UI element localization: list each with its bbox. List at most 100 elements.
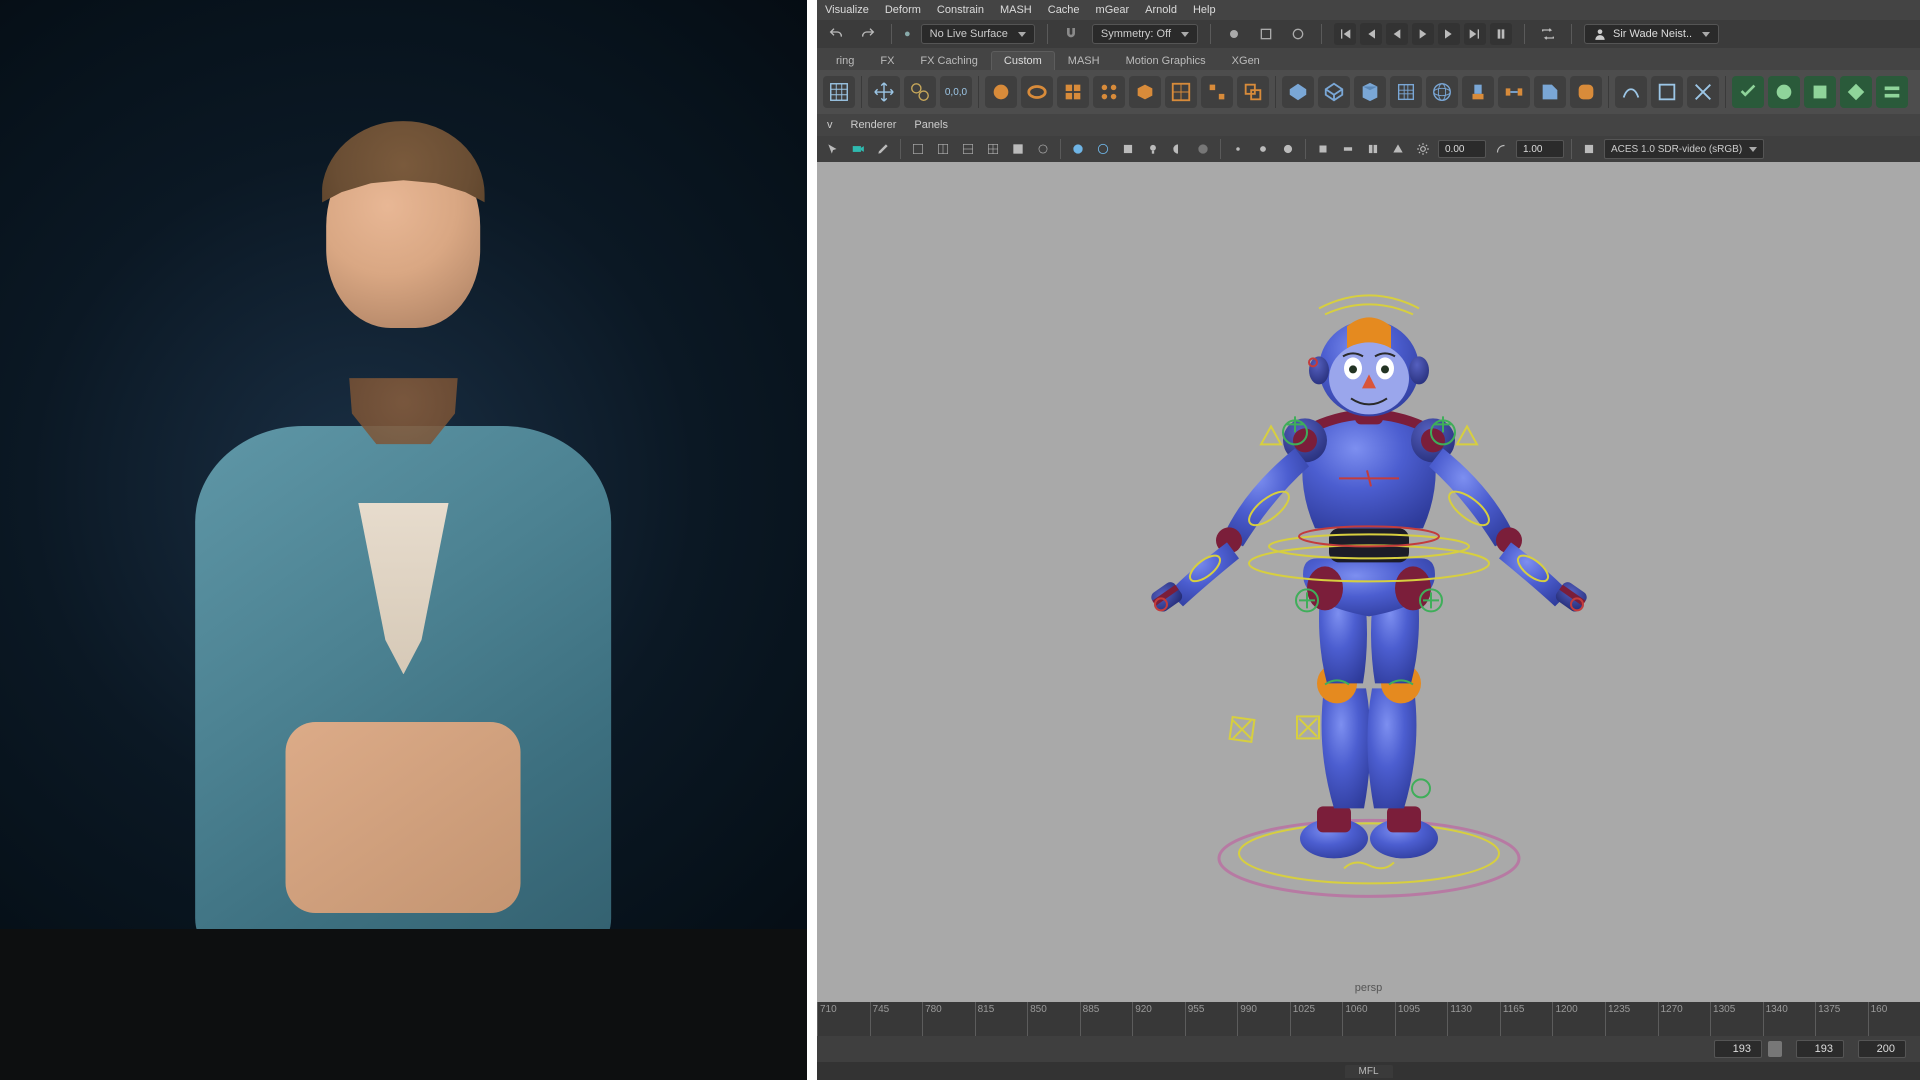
shelf-bridge-icon[interactable] (1498, 76, 1530, 108)
menu-mash[interactable]: MASH (1000, 4, 1032, 16)
shelf-bevel-icon[interactable] (1534, 76, 1566, 108)
shelf-duplicate-icon[interactable] (1237, 76, 1269, 108)
shelf-green4-icon[interactable] (1840, 76, 1872, 108)
shelf-tab-ring[interactable]: ring (823, 51, 867, 70)
vt-ao-icon[interactable] (1193, 139, 1213, 159)
vt-misc2-icon[interactable] (1338, 139, 1358, 159)
go-end-icon[interactable] (1464, 23, 1486, 45)
vt-layout3-icon[interactable] (958, 139, 978, 159)
shelf-tab-fx[interactable]: FX (867, 51, 907, 70)
vt-dot2-icon[interactable] (1253, 139, 1273, 159)
shelf-tab-xgen[interactable]: XGen (1219, 51, 1273, 70)
shelf-tab-motion[interactable]: Motion Graphics (1113, 51, 1219, 70)
viewport-panel[interactable]: persp (817, 162, 1920, 1002)
vt-dot3-icon[interactable] (1278, 139, 1298, 159)
panel-view[interactable]: v (827, 119, 833, 131)
vt-layout4-icon[interactable] (983, 139, 1003, 159)
current-frame-in[interactable]: 193 (1714, 1040, 1762, 1058)
shelf-curve2-icon[interactable] (1651, 76, 1683, 108)
panel-renderer[interactable]: Renderer (851, 119, 897, 131)
shelf-green3-icon[interactable] (1804, 76, 1836, 108)
play-icon[interactable] (1412, 23, 1434, 45)
shelf-merge-icon[interactable] (1201, 76, 1233, 108)
loop-icon[interactable] (1537, 23, 1559, 45)
play-back-icon[interactable] (1386, 23, 1408, 45)
live-surface-dropdown[interactable]: No Live Surface (921, 24, 1035, 44)
undo-icon[interactable] (825, 23, 847, 45)
shelf-tab-mash[interactable]: MASH (1055, 51, 1113, 70)
time-slider[interactable]: 7107457808158508859209559901025106010951… (817, 1002, 1920, 1036)
status-icon-a[interactable] (1223, 23, 1245, 45)
shelf-snap-icon[interactable] (904, 76, 936, 108)
go-start-icon[interactable] (1334, 23, 1356, 45)
menu-arnold[interactable]: Arnold (1145, 4, 1177, 16)
vt-camera-icon[interactable] (848, 139, 868, 159)
shelf-poly1-icon[interactable] (1282, 76, 1314, 108)
shelf-tab-custom[interactable]: Custom (991, 51, 1055, 70)
vt-layout2-icon[interactable] (933, 139, 953, 159)
shelf-cube-icon[interactable] (1129, 76, 1161, 108)
color-space-dropdown[interactable]: ACES 1.0 SDR-video (sRGB) (1604, 139, 1764, 159)
shelf-sphere-wire-icon[interactable] (1426, 76, 1458, 108)
shelf-green5-icon[interactable] (1876, 76, 1908, 108)
current-frame-out[interactable]: 193 (1796, 1040, 1844, 1058)
shelf-poly2-icon[interactable] (1318, 76, 1350, 108)
vt-layout1-icon[interactable] (908, 139, 928, 159)
panel-panels[interactable]: Panels (914, 119, 948, 131)
shelf-grid3-icon[interactable] (1165, 76, 1197, 108)
range-handle[interactable] (1768, 1041, 1782, 1057)
vt-textured-icon[interactable] (1118, 139, 1138, 159)
symmetry-dropdown[interactable]: Symmetry: Off (1092, 24, 1198, 44)
shelf-move-icon[interactable] (868, 76, 900, 108)
step-fwd-icon[interactable] (1438, 23, 1460, 45)
command-mode-chip[interactable]: MFL (1345, 1065, 1393, 1078)
vt-misc1-icon[interactable] (1313, 139, 1333, 159)
vt-select-icon[interactable] (823, 139, 843, 159)
shelf-curve3-icon[interactable] (1687, 76, 1719, 108)
shelf-cluster-icon[interactable] (1093, 76, 1125, 108)
presenter-figure (81, 43, 727, 1037)
vt-cm-icon[interactable] (1579, 139, 1599, 159)
shelf-torus-icon[interactable] (1021, 76, 1053, 108)
status-icon-c[interactable] (1287, 23, 1309, 45)
status-icon-b[interactable] (1255, 23, 1277, 45)
shelf-reset-icon[interactable]: 0,0,0 (940, 76, 972, 108)
vt-shaded-icon[interactable] (1068, 139, 1088, 159)
menu-deform[interactable]: Deform (885, 4, 921, 16)
viewport-exposure-field[interactable]: 0.00 (1438, 140, 1486, 158)
viewport-gamma-field[interactable]: 1.00 (1516, 140, 1564, 158)
menu-constrain[interactable]: Constrain (937, 4, 984, 16)
menu-cache[interactable]: Cache (1048, 4, 1080, 16)
menu-help[interactable]: Help (1193, 4, 1216, 16)
vt-lights-icon[interactable] (1143, 139, 1163, 159)
vt-pen-icon[interactable] (873, 139, 893, 159)
shelf-extrude-icon[interactable] (1462, 76, 1494, 108)
vt-misc4-icon[interactable] (1388, 139, 1408, 159)
shelf-grid-icon[interactable] (823, 76, 855, 108)
shelf-lattice-icon[interactable] (1390, 76, 1422, 108)
shelf-smooth-icon[interactable] (1570, 76, 1602, 108)
vt-shadows-icon[interactable] (1168, 139, 1188, 159)
shelf-green2-icon[interactable] (1768, 76, 1800, 108)
snap-toggle-icon[interactable] (1060, 23, 1082, 45)
end-frame[interactable]: 200 (1858, 1040, 1906, 1058)
vt-layout5-icon[interactable] (1008, 139, 1028, 159)
shelf-green1-icon[interactable] (1732, 76, 1764, 108)
shelf-tab-fxcaching[interactable]: FX Caching (907, 51, 990, 70)
menu-visualize[interactable]: Visualize (825, 4, 869, 16)
vt-misc3-icon[interactable] (1363, 139, 1383, 159)
menu-mgear[interactable]: mGear (1096, 4, 1130, 16)
redo-icon[interactable] (857, 23, 879, 45)
shelf-sphere-orange-icon[interactable] (985, 76, 1017, 108)
pause-icon[interactable] (1490, 23, 1512, 45)
account-dropdown[interactable]: Sir Wade Neist.. (1584, 24, 1719, 44)
shelf-grid2-icon[interactable] (1057, 76, 1089, 108)
vt-gamma-icon[interactable] (1491, 139, 1511, 159)
vt-wire-icon[interactable] (1093, 139, 1113, 159)
vt-dot1-icon[interactable] (1228, 139, 1248, 159)
vt-isolate-icon[interactable] (1033, 139, 1053, 159)
step-back-icon[interactable] (1360, 23, 1382, 45)
vt-gear-icon[interactable] (1413, 139, 1433, 159)
shelf-curve1-icon[interactable] (1615, 76, 1647, 108)
shelf-poly-cube-icon[interactable] (1354, 76, 1386, 108)
